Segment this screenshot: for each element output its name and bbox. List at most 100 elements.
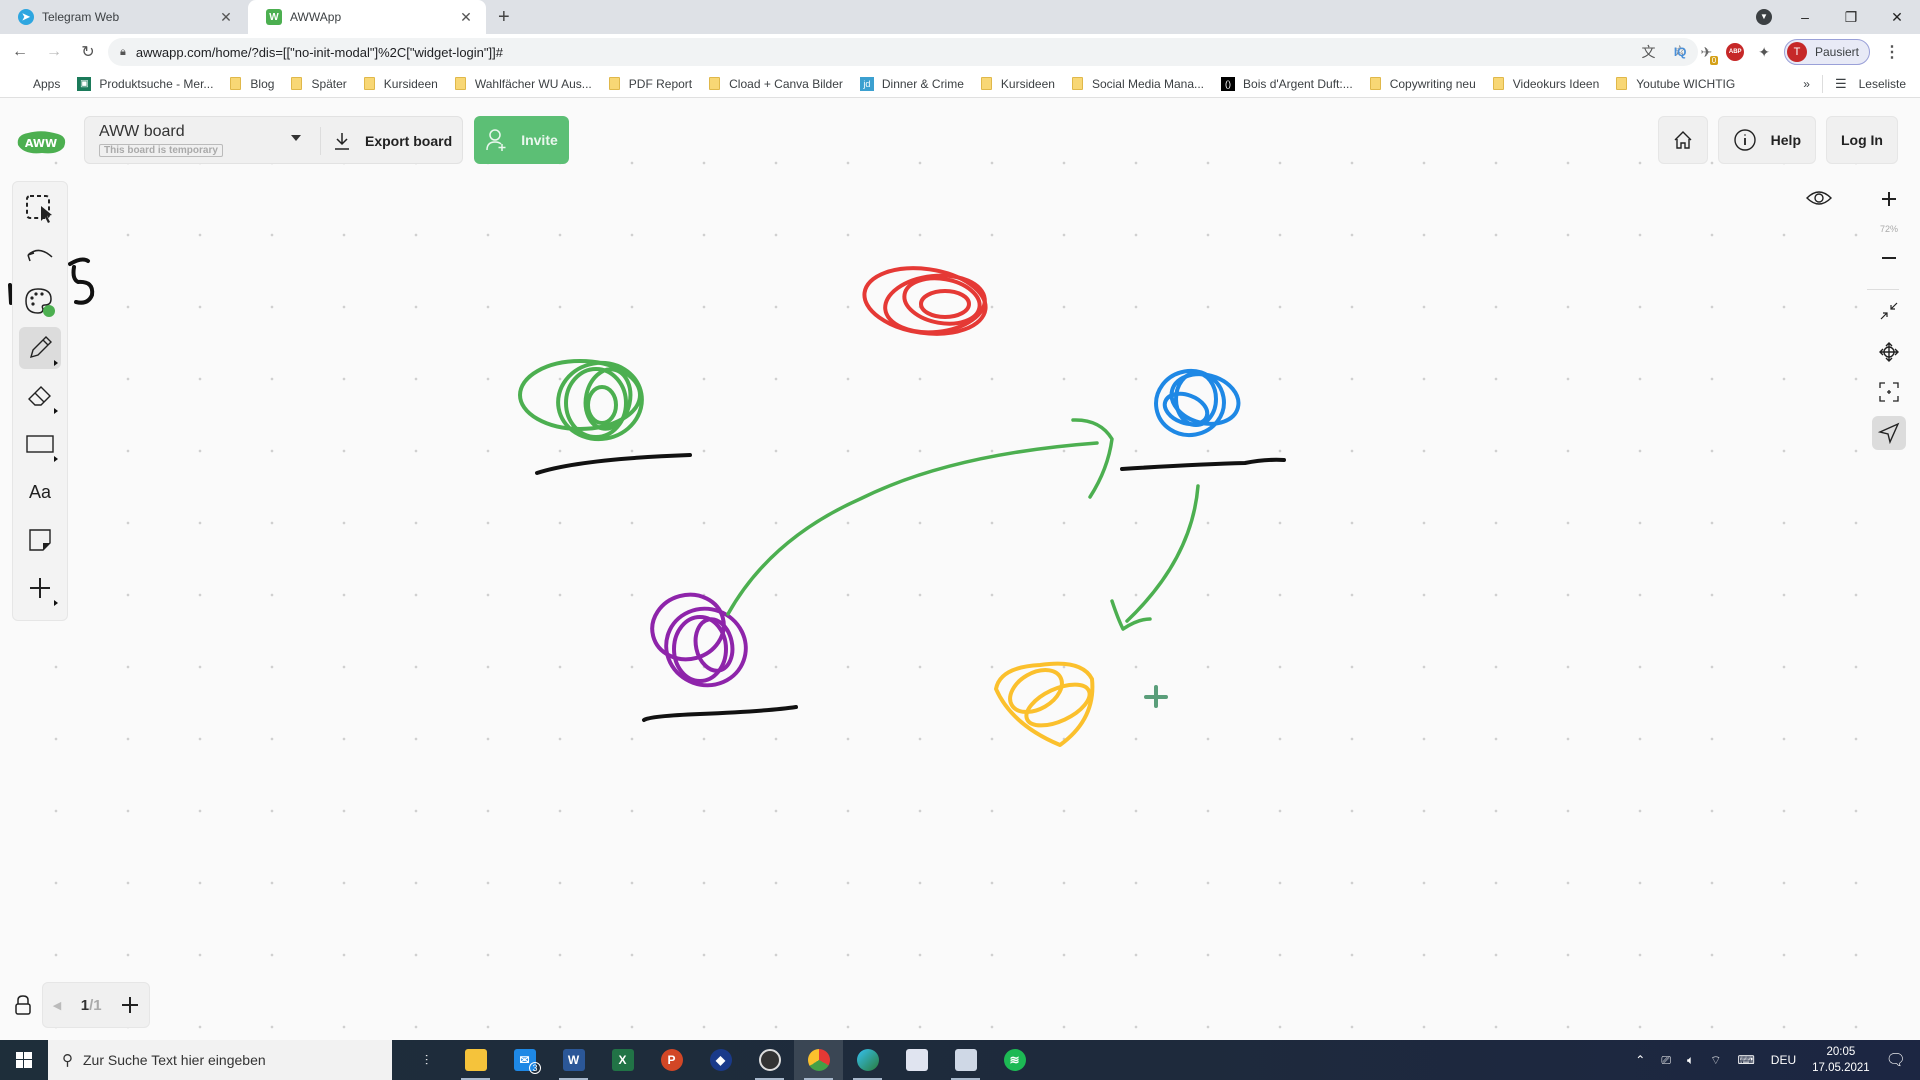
login-button[interactable]: Log In (1826, 116, 1898, 164)
chrome-icon (807, 1049, 830, 1071)
powerpoint-button[interactable]: P (647, 1040, 696, 1080)
eraser-tool[interactable] (19, 375, 61, 417)
tab-awwapp[interactable]: W AWWApp ✕ (248, 0, 486, 34)
bookmark-youtube[interactable]: Youtube WICHTIG (1616, 77, 1735, 91)
previous-page-button[interactable]: ◀ (53, 999, 61, 1012)
zoom-in-button[interactable] (1872, 182, 1906, 216)
bookmark-videokurs[interactable]: Videokurs Ideen (1492, 77, 1599, 91)
app-button[interactable]: ◆ (696, 1040, 745, 1080)
show-hidden-icons-button[interactable]: ⌃ (1635, 1053, 1645, 1067)
black-underline-1 (535, 453, 692, 475)
minimize-button[interactable]: – (1782, 9, 1828, 25)
task-view-button[interactable]: ⫶ (402, 1040, 451, 1080)
reload-button[interactable]: ↻ (74, 42, 102, 62)
bookmark-spaeter[interactable]: Später (291, 77, 347, 91)
start-button[interactable] (0, 1052, 48, 1068)
tab-telegram-web[interactable]: ➤ Telegram Web ✕ (0, 0, 246, 34)
forward-button[interactable]: → (40, 43, 68, 61)
notifications-icon[interactable]: 🗨︎ (1886, 1050, 1906, 1070)
mail-button[interactable]: ✉ 3 (500, 1040, 549, 1080)
folder-icon (608, 77, 620, 90)
volume-icon[interactable]: 🔈︎ (1687, 1053, 1694, 1068)
bookmarks-overflow-button[interactable]: » (1803, 77, 1810, 91)
language-indicator[interactable]: DEU (1771, 1053, 1796, 1067)
view-mode-button[interactable] (1802, 181, 1836, 215)
add-tool[interactable] (19, 567, 61, 609)
add-page-button[interactable] (121, 996, 139, 1014)
translate-icon[interactable]: ⽂ (1641, 42, 1655, 62)
export-board-button[interactable]: Export board (333, 117, 452, 165)
bookmark-dinner-crime[interactable]: jd Dinner & Crime (859, 76, 964, 91)
extensions-puzzle-icon[interactable]: ✦ (1758, 44, 1770, 61)
new-tab-button[interactable]: + (498, 6, 510, 29)
excel-icon: X (611, 1049, 634, 1071)
taskbar-search[interactable]: ⚲ Zur Suche Text hier eingeben (48, 1040, 392, 1080)
bookmark-kursideen[interactable]: Kursideen (363, 77, 438, 91)
profile-button[interactable]: T Pausiert (1783, 39, 1870, 65)
bookmark-apps[interactable]: Apps (14, 77, 60, 91)
adblock-icon[interactable]: ABP (1726, 43, 1745, 61)
invite-button[interactable]: Invite (474, 116, 569, 164)
left-toolbar: Aa (12, 181, 68, 621)
folder-icon (709, 77, 721, 90)
bookmark-social-media[interactable]: Social Media Mana... (1071, 77, 1204, 91)
bookmark-blog[interactable]: Blog (230, 77, 274, 91)
bookmark-copywriting[interactable]: Copywriting neu (1369, 76, 1476, 91)
spotify-button[interactable]: ≋ (990, 1040, 1039, 1080)
obs-button[interactable] (745, 1040, 794, 1080)
bookmark-produktsuche[interactable]: ▣ Produktsuche - Mer... (77, 76, 213, 91)
bookmark-wahlfaecher[interactable]: Wahlfächer WU Aus... (454, 77, 592, 91)
black-scribble-5 (68, 257, 95, 305)
center-view-button[interactable] (1872, 375, 1906, 409)
color-palette-tool[interactable] (19, 280, 61, 322)
close-tab-icon[interactable]: ✕ (458, 9, 474, 26)
laser-pointer-button[interactable] (1872, 416, 1906, 450)
bookmark-pdf-report[interactable]: PDF Report (608, 77, 692, 91)
excel-button[interactable]: X (598, 1040, 647, 1080)
app-2-button[interactable] (892, 1040, 941, 1080)
bookmark-bois-dargent[interactable]: () Bois d'Argent Duft:... (1221, 76, 1353, 91)
address-bar[interactable]: 🔒︎ awwapp.com/home/?dis=[["no-init-modal… (108, 38, 1698, 66)
edge-button[interactable] (843, 1040, 892, 1080)
keyboard-icon[interactable]: ⌨ (1737, 1053, 1754, 1067)
chrome-button[interactable] (794, 1040, 843, 1080)
clock[interactable]: 20:05 17.05.2021 (1812, 1044, 1870, 1076)
aww-logo[interactable]: AWW (14, 127, 68, 157)
shape-tool[interactable] (19, 423, 61, 465)
board-dropdown-icon[interactable] (291, 135, 301, 141)
app-3-button[interactable] (941, 1040, 990, 1080)
bookmark-label: Youtube WICHTIG (1636, 76, 1736, 91)
tab-search-icon[interactable]: ▼ (1756, 9, 1772, 25)
home-button[interactable] (1657, 116, 1708, 164)
bookmark-kursideen-2[interactable]: Kursideen (980, 77, 1055, 91)
pan-button[interactable] (1872, 335, 1906, 369)
text-tool[interactable]: Aa (19, 471, 61, 513)
camera-icon[interactable]: ⎚ (1661, 1053, 1671, 1068)
file-explorer-button[interactable] (451, 1040, 500, 1080)
awwapp-icon: W (266, 9, 282, 25)
fit-to-screen-button[interactable] (1872, 294, 1906, 328)
rectangle-icon (26, 435, 54, 453)
board-name[interactable]: AWW board (99, 123, 185, 141)
lock-icon[interactable] (14, 994, 32, 1016)
pencil-tool[interactable] (19, 327, 61, 369)
browser-menu-icon[interactable]: ⋮ (1884, 42, 1900, 62)
help-button[interactable]: Help (1717, 116, 1816, 164)
back-button[interactable]: ← (6, 43, 34, 61)
sticky-note-tool[interactable] (19, 519, 61, 561)
restore-button[interactable]: ❐ (1828, 9, 1874, 26)
word-button[interactable]: W (549, 1040, 598, 1080)
zoom-out-button[interactable] (1872, 241, 1906, 275)
network-icon[interactable]: ⌔ (1710, 1053, 1721, 1068)
bookmark-label: Copywriting neu (1389, 76, 1476, 91)
iq-extension-icon[interactable]: IQ (1674, 45, 1687, 59)
undo-tool[interactable] (19, 234, 61, 276)
close-tab-icon[interactable]: ✕ (218, 9, 234, 26)
drawing-canvas[interactable] (0, 99, 1920, 1035)
obs-icon (758, 1049, 781, 1071)
reading-list-button[interactable]: Leseliste (1859, 77, 1906, 91)
select-tool[interactable] (19, 188, 61, 230)
bookmark-cload-canva[interactable]: Cload + Canva Bilder (709, 77, 843, 91)
close-window-button[interactable]: ✕ (1874, 9, 1920, 26)
honey-extension-icon[interactable]: ✈ 0 (1701, 44, 1719, 65)
